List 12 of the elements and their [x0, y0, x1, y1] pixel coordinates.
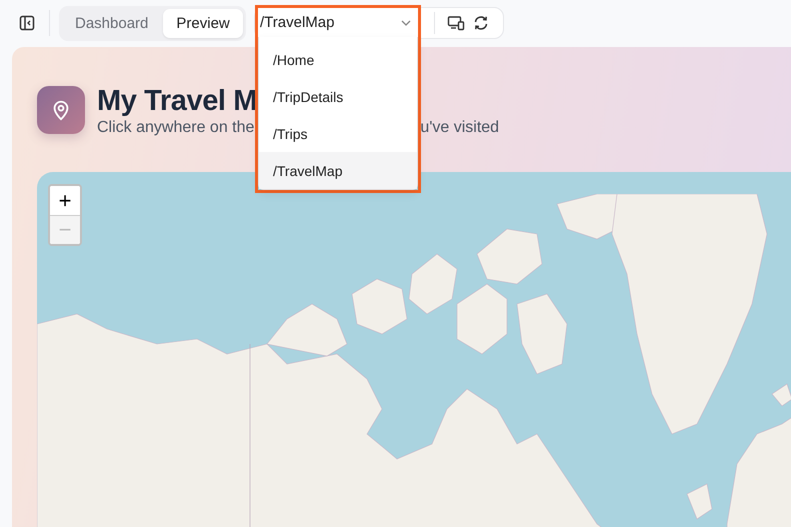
- route-option[interactable]: /TravelMap: [259, 152, 417, 189]
- page-subtitle: Click anywhere on the: [97, 119, 254, 137]
- sidebar-toggle-icon[interactable]: [19, 15, 35, 31]
- route-option[interactable]: /TripDetails: [259, 78, 417, 115]
- view-tab[interactable]: Dashboard: [62, 8, 162, 38]
- page-title: My Travel M: [97, 85, 257, 117]
- map-pin-icon: [37, 86, 85, 134]
- chevron-icon: [400, 18, 412, 26]
- route-option[interactable]: /Trips: [259, 115, 417, 152]
- page-subtitle: u've visited: [420, 119, 500, 137]
- route-option[interactable]: /Home: [259, 41, 417, 78]
- view-tab[interactable]: Preview: [163, 8, 243, 38]
